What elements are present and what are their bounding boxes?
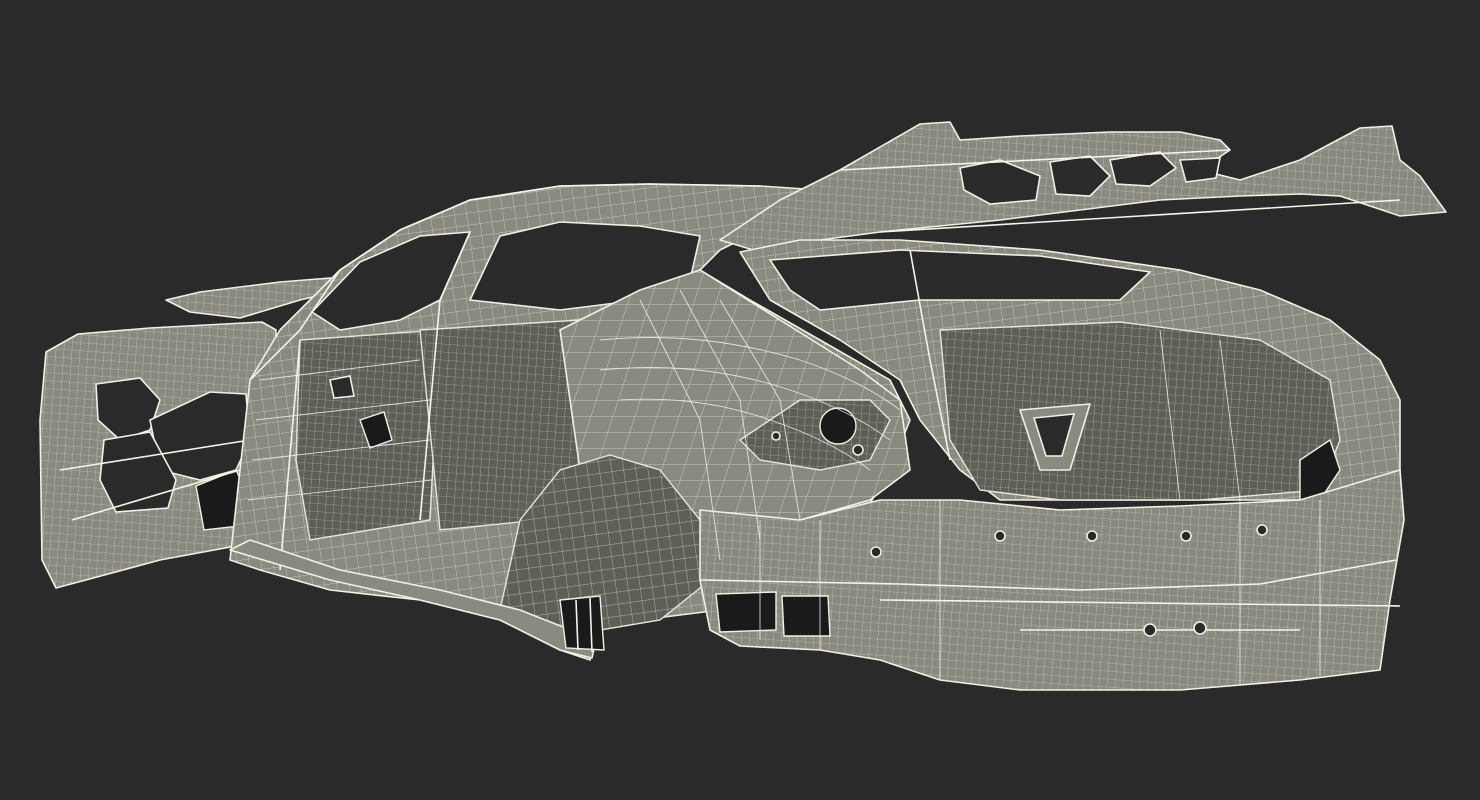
- rear-hatch-frame: [719, 121, 1447, 253]
- render-viewport: [0, 0, 1480, 800]
- car-body-wireframe-icon: [39, 121, 1447, 691]
